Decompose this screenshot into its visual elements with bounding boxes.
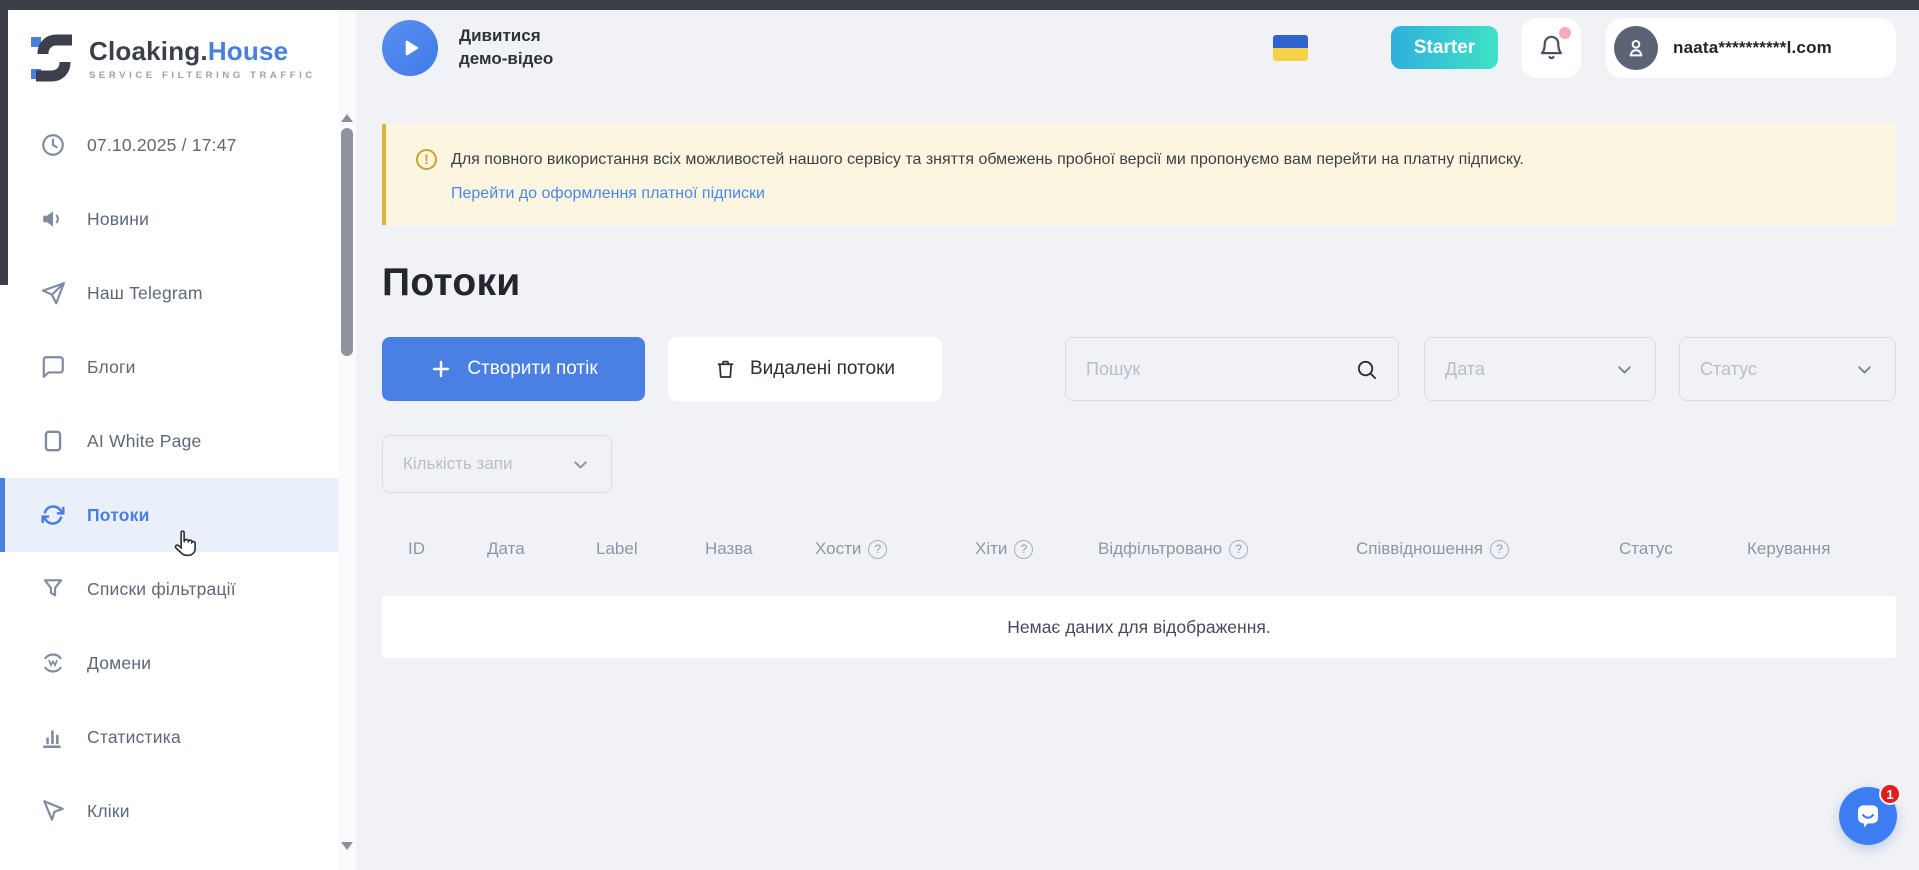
trash-icon [715, 359, 736, 380]
search-field [1065, 337, 1399, 401]
sidebar-item-ai-white-page[interactable]: AI White Page [0, 404, 338, 478]
help-icon[interactable] [1229, 540, 1248, 559]
sidebar-item-label: Статистика [87, 727, 181, 748]
sidebar-item-clicks[interactable]: Кліки [0, 774, 338, 848]
topbar: Дивитися демо-відео Starter naata*******… [382, 0, 1896, 78]
logo-tagline: SERVICE FILTERING TRAFFIC [89, 70, 316, 81]
sidebar-item-telegram[interactable]: Наш Telegram [0, 256, 338, 330]
language-flag-ukraine[interactable] [1273, 35, 1308, 61]
flag-yellow-stripe [1273, 48, 1308, 61]
chat-bubble-icon [40, 354, 66, 380]
sidebar: Cloaking.House SERVICE FILTERING TRAFFIC… [0, 0, 338, 870]
column-actions: Керування [1747, 539, 1830, 559]
upgrade-subscription-link[interactable]: Перейти до оформлення платної підписки [451, 185, 765, 203]
sidebar-item-label: Блоги [87, 357, 136, 378]
sidebar-item-flows[interactable]: Потоки [0, 478, 338, 552]
controls-row: Створити потік Видалені потоки Дата Стат… [382, 337, 1896, 401]
sidebar-item-filter-lists[interactable]: Списки фільтрації [0, 552, 338, 626]
chevron-down-icon [1614, 359, 1635, 380]
sidebar-item-label: Потоки [87, 505, 150, 526]
clock-icon [40, 132, 66, 158]
create-flow-button[interactable]: Створити потік [382, 337, 645, 401]
plan-starter-button[interactable]: Starter [1391, 26, 1498, 69]
chat-unread-badge: 1 [1879, 783, 1901, 805]
flag-blue-stripe [1273, 35, 1308, 48]
sidebar-item-label: Домени [87, 653, 151, 674]
trial-banner: ! Для повного використання всіх можливос… [382, 124, 1896, 225]
sidebar-nav: 07.10.2025 / 17:47 Новини Наш Telegram Б… [0, 108, 338, 848]
demo-video-label[interactable]: Дивитися демо-відео [459, 25, 589, 71]
chevron-down-icon [570, 454, 591, 475]
account-menu[interactable]: naata**********l.com [1606, 18, 1896, 78]
search-icon[interactable] [1355, 358, 1378, 381]
empty-table-row: Немає даних для відображення. [382, 596, 1896, 658]
topbar-right: Starter naata**********l.com [1273, 18, 1896, 78]
trial-banner-text: Для повного використання всіх можливосте… [451, 148, 1524, 171]
logo-mark-icon [30, 32, 76, 84]
play-demo-button[interactable] [382, 20, 438, 76]
main-area: Дивитися демо-відео Starter naata*******… [356, 0, 1919, 870]
search-input[interactable] [1086, 359, 1355, 380]
domain-icon [40, 650, 66, 676]
notifications-button[interactable] [1521, 18, 1581, 78]
logo-text: Cloaking.House [89, 36, 288, 66]
sidebar-item-news[interactable]: Новини [0, 182, 338, 256]
window-left-edge [0, 0, 8, 285]
date-filter-dropdown[interactable]: Дата [1424, 337, 1656, 401]
chat-widget-button[interactable]: 1 [1839, 787, 1897, 845]
help-icon[interactable] [1490, 540, 1509, 559]
column-label: Label [596, 539, 638, 559]
empty-message: Немає даних для відображення. [1007, 617, 1270, 638]
bell-icon [1538, 34, 1565, 61]
plus-icon [429, 357, 453, 381]
sidebar-scrollbar[interactable] [338, 0, 356, 870]
sidebar-item-label: Кліки [87, 801, 130, 822]
sidebar-item-statistics[interactable]: Статистика [0, 700, 338, 774]
sidebar-item-label: Новини [87, 209, 149, 230]
sidebar-item-blogs[interactable]: Блоги [0, 330, 338, 404]
page-title: Потоки [382, 261, 1896, 305]
sync-icon [40, 502, 66, 528]
sidebar-item-datetime[interactable]: 07.10.2025 / 17:47 [0, 108, 338, 182]
play-icon [397, 35, 423, 61]
column-id: ID [408, 539, 425, 559]
cursor-icon [40, 798, 66, 824]
page-icon [40, 428, 66, 454]
status-filter-dropdown[interactable]: Статус [1679, 337, 1896, 401]
help-icon[interactable] [868, 540, 887, 559]
column-ratio: Співвідношення [1356, 539, 1509, 559]
scrollbar-thumb[interactable] [341, 128, 353, 356]
sidebar-item-domains[interactable]: Домени [0, 626, 338, 700]
window-top-edge [0, 0, 1919, 10]
deleted-flows-button[interactable]: Видалені потоки [668, 337, 942, 401]
sidebar-item-label: AI White Page [87, 431, 201, 452]
sidebar-item-label: Наш Telegram [87, 283, 203, 304]
table-header: ID Дата Label Назва Хости Хіти Відфільтр… [382, 539, 1896, 563]
funnel-icon [40, 576, 66, 602]
column-hits: Хіти [975, 539, 1033, 559]
per-page-dropdown[interactable]: Кількість запи [382, 435, 612, 493]
logo[interactable]: Cloaking.House SERVICE FILTERING TRAFFIC [0, 0, 338, 84]
column-status: Статус [1619, 539, 1673, 559]
chevron-down-icon [1854, 359, 1875, 380]
sidebar-item-label: Списки фільтрації [87, 579, 236, 600]
megaphone-icon [40, 206, 66, 232]
scroll-up-arrow[interactable] [341, 114, 353, 122]
sidebar-item-label: 07.10.2025 / 17:47 [87, 135, 237, 156]
bar-chart-icon [40, 724, 66, 750]
avatar [1614, 26, 1658, 70]
column-filtered: Відфільтровано [1098, 539, 1248, 559]
account-email: naata**********l.com [1673, 38, 1832, 58]
column-hosts: Хости [815, 539, 887, 559]
warning-icon: ! [416, 149, 437, 170]
notification-dot [1559, 27, 1571, 39]
column-name: Назва [705, 539, 753, 559]
help-icon[interactable] [1014, 540, 1033, 559]
column-date: Дата [487, 539, 525, 559]
telegram-icon [40, 280, 66, 306]
scroll-down-arrow[interactable] [341, 842, 353, 850]
chat-bubble-icon [1852, 800, 1884, 832]
